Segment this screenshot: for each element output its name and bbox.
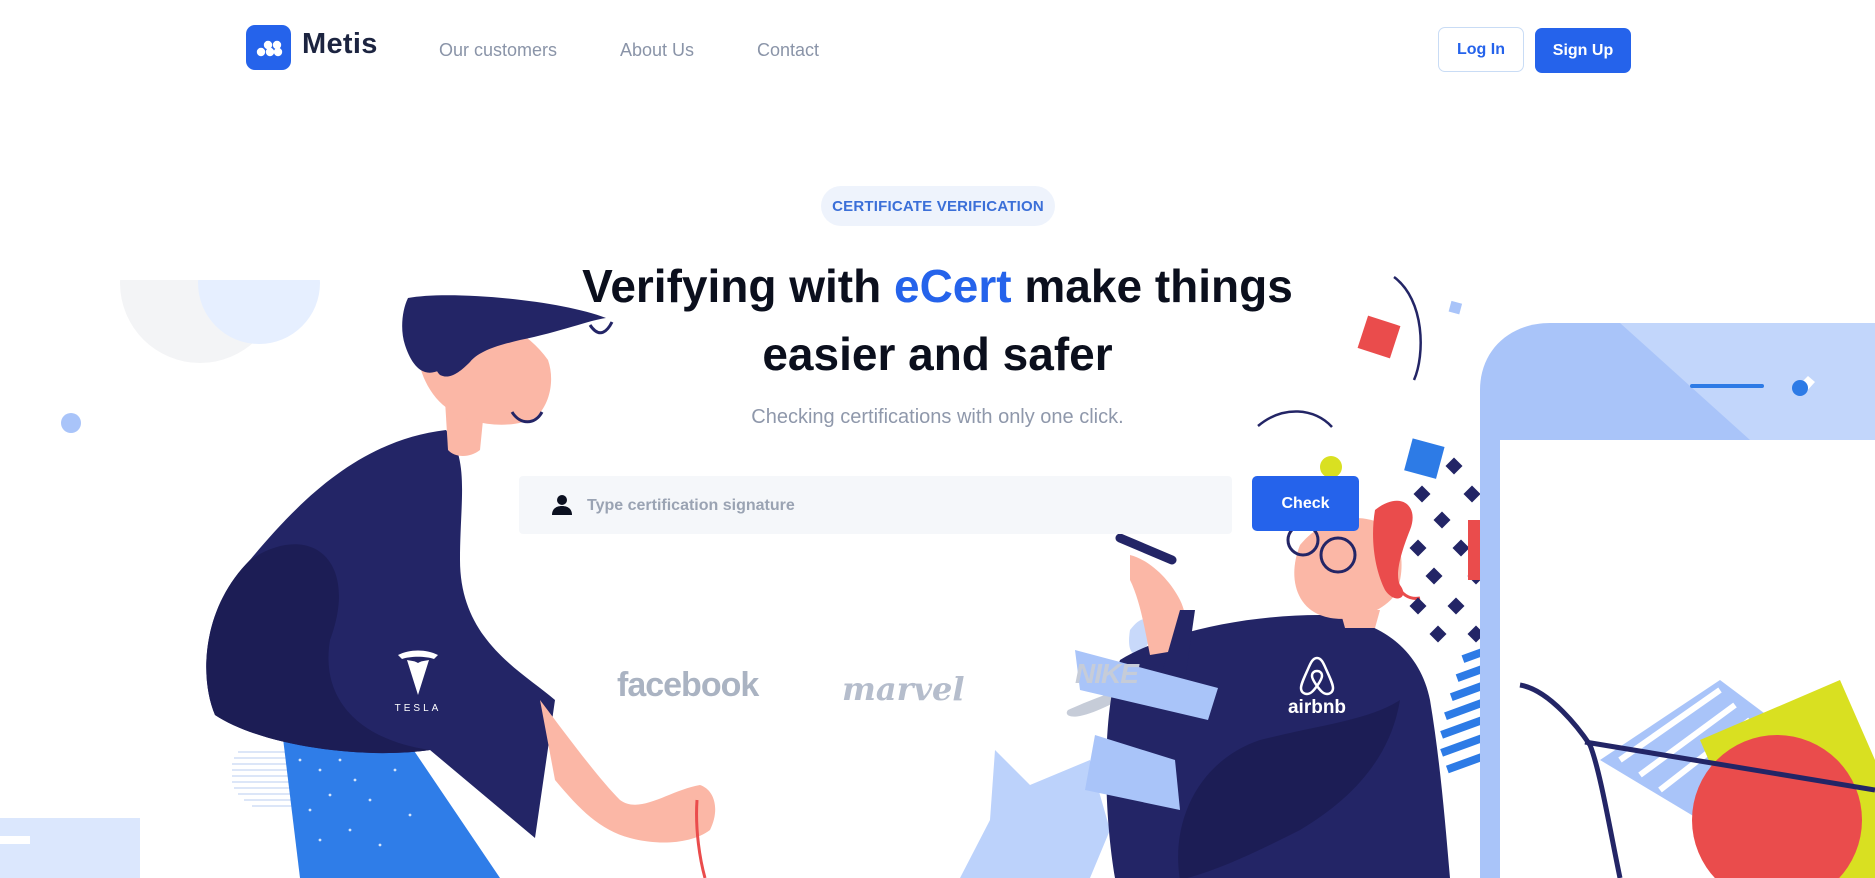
logo-icon xyxy=(256,40,282,56)
brand-logo-marvel: marvel xyxy=(842,670,965,708)
brand-logo-facebook: facebook xyxy=(617,666,759,704)
brand-logo-tesla: TESLA xyxy=(394,703,442,714)
brand-logo-airbnb: airbnb xyxy=(1287,697,1347,718)
certification-signature-input[interactable] xyxy=(585,476,1209,536)
nav-link-our-customers[interactable]: Our customers xyxy=(439,40,557,61)
hero-subheadline: Checking certifications with only one cl… xyxy=(751,406,1124,428)
signup-button[interactable]: Sign Up xyxy=(1535,28,1631,73)
decor-dot xyxy=(61,413,81,433)
check-button[interactable]: Check xyxy=(1252,476,1359,531)
decor-red-square xyxy=(1357,315,1401,359)
headline-text-start: Verifying with xyxy=(582,260,894,312)
airbnb-logo-icon xyxy=(1299,656,1335,696)
decor-blue-shapes xyxy=(960,750,1110,878)
user-icon xyxy=(552,495,572,515)
logo[interactable] xyxy=(246,25,291,70)
phone-illustration xyxy=(1480,323,1875,878)
nav-link-contact[interactable]: Contact xyxy=(757,40,819,61)
nav-link-about-us[interactable]: About Us xyxy=(620,40,694,61)
section-badge: CERTIFICATE VERIFICATION xyxy=(821,186,1055,226)
headline-accent: eCert xyxy=(894,260,1012,312)
brand-name[interactable]: Metis xyxy=(302,28,378,61)
brand-logo-nike: NIKE xyxy=(1075,658,1139,689)
hero-illustration xyxy=(0,200,1875,878)
hero-headline: Verifying with eCert make things easier … xyxy=(560,252,1315,388)
login-button[interactable]: Log In xyxy=(1438,27,1524,72)
search-field[interactable] xyxy=(519,476,1232,536)
